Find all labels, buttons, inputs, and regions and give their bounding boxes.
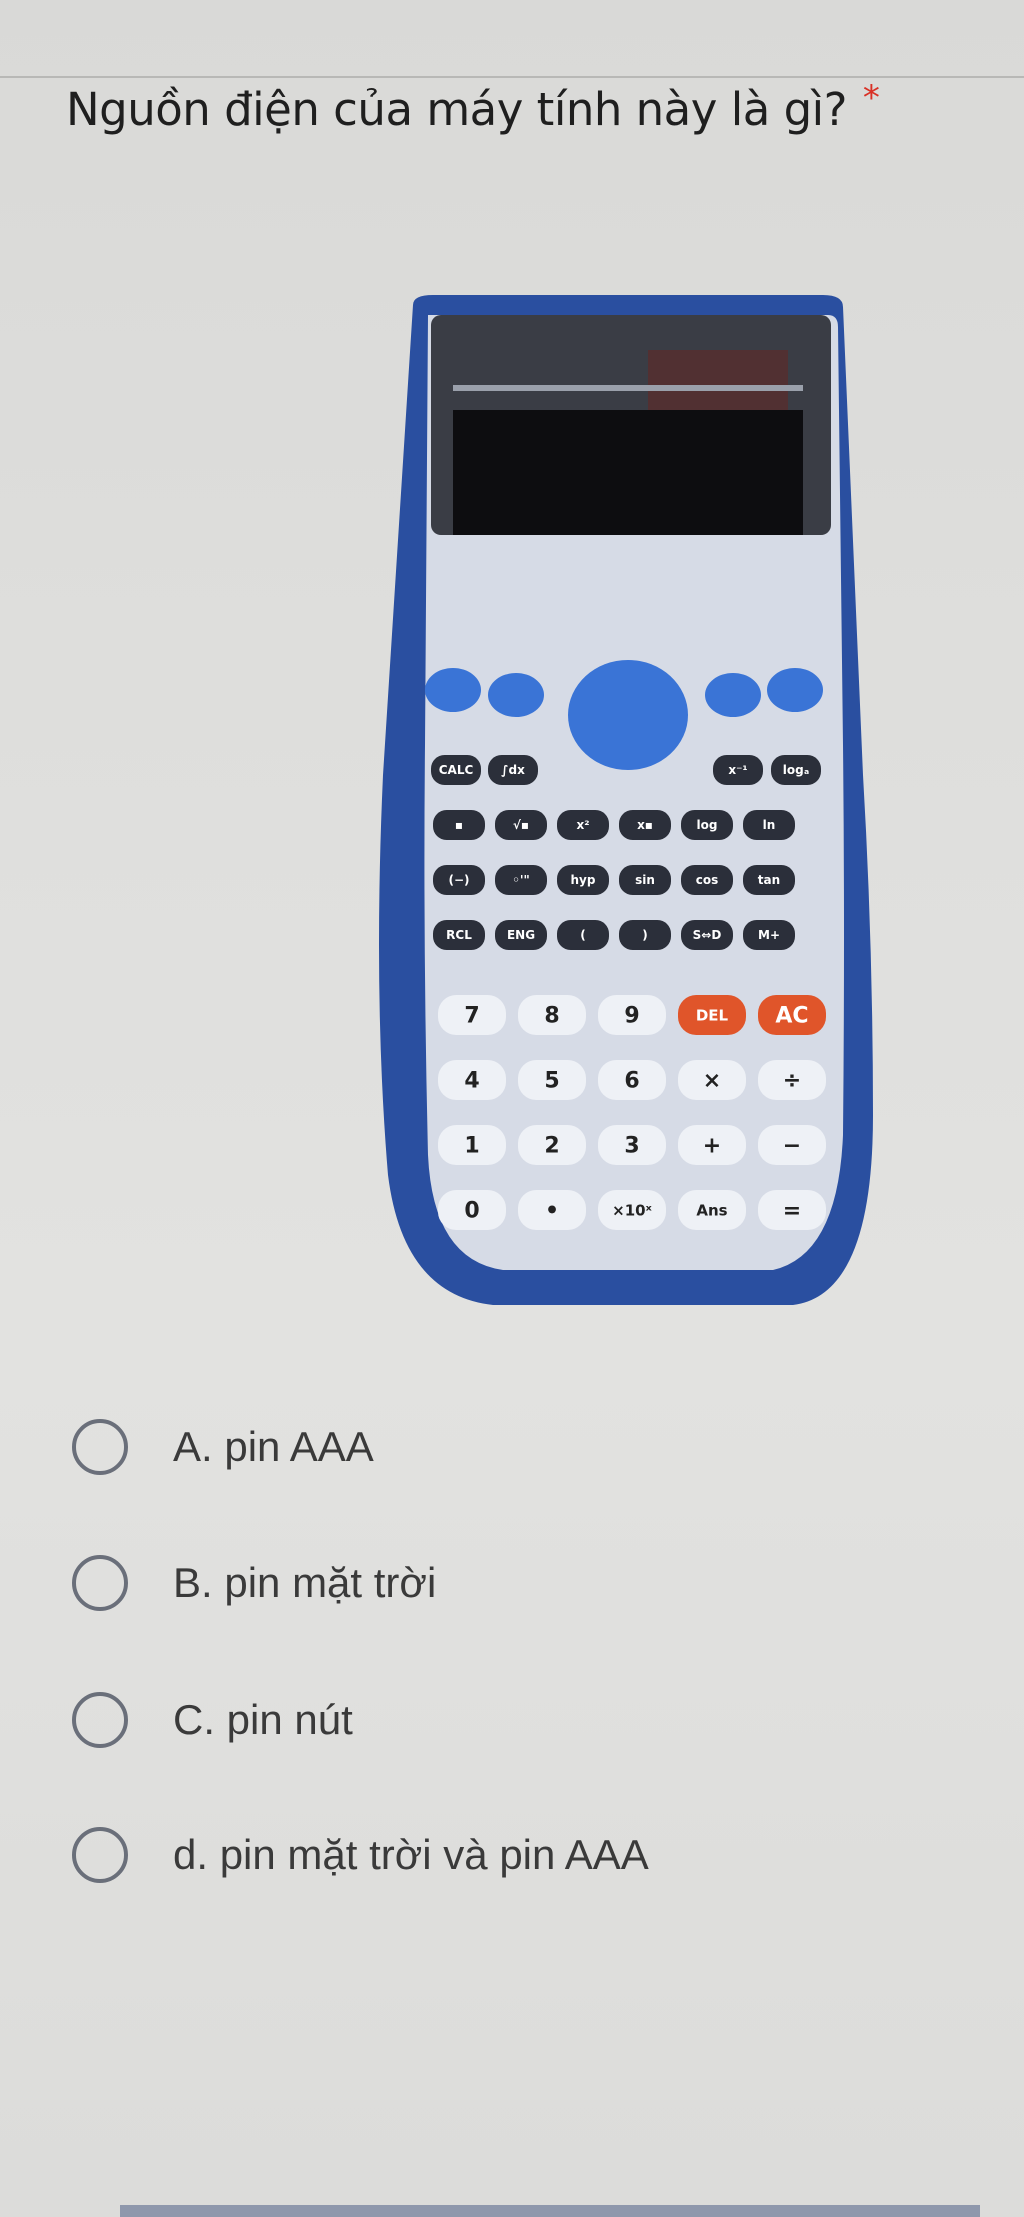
calc-key-label: x⁻¹ [728, 763, 747, 777]
calculator-image: CALC ∫dx x⁻¹ logₐ ▪ √▪ x² x▪ log ln (−) ◦'" hyp sin co… [373, 295, 883, 1315]
calc-key-label: 9 [624, 1004, 639, 1029]
radio-button[interactable] [72, 1692, 128, 1748]
calc-key-label: CALC [439, 763, 474, 777]
option-a[interactable]: A. pin AAA [72, 1402, 972, 1492]
calc-key-label: Ans [696, 1201, 727, 1219]
calc-key-label: 1 [464, 1134, 479, 1159]
calc-key-label: 2 [544, 1134, 559, 1159]
calc-key-label: ln [763, 818, 776, 832]
calc-key-label: 8 [544, 1004, 559, 1029]
calc-key-label: × [703, 1069, 721, 1094]
required-marker: * [862, 78, 880, 118]
calc-key-label: sin [635, 873, 655, 887]
calc-key-label: tan [758, 873, 780, 887]
calc-key-label: ▪ [455, 818, 463, 832]
calc-key-label: 6 [624, 1069, 639, 1094]
calc-key-label: (−) [448, 873, 469, 887]
calc-key-label: x² [577, 818, 590, 832]
calc-key-label: x▪ [637, 818, 653, 832]
calc-key-label: cos [696, 873, 719, 887]
calc-key-label: 0 [464, 1199, 479, 1224]
radio-button[interactable] [72, 1555, 128, 1611]
calc-key-label: ENG [507, 928, 535, 942]
option-b[interactable]: B. pin mặt trời [72, 1538, 972, 1628]
calc-key-label: 4 [464, 1069, 479, 1094]
option-label: A. pin AAA [173, 1423, 374, 1470]
calc-key-label: 7 [464, 1004, 479, 1029]
calc-key-label: ) [642, 928, 647, 942]
calc-key-label: 3 [624, 1134, 639, 1159]
calc-key-label: S⇔D [693, 928, 722, 942]
calc-key-label: DEL [696, 1006, 729, 1024]
question-text: Nguồn điện của máy tính này là gì? [66, 83, 848, 136]
calc-key-label: + [703, 1134, 721, 1159]
calc-key-label: ◦'" [512, 873, 530, 887]
calc-key-label: M+ [758, 928, 780, 942]
calc-key-label: ( [580, 928, 585, 942]
option-label: C. pin nút [173, 1696, 353, 1743]
option-label: B. pin mặt trời [173, 1559, 437, 1606]
radio-button[interactable] [72, 1827, 128, 1883]
bottom-bar [120, 2205, 980, 2217]
calc-key-label: hyp [571, 873, 596, 887]
calc-key-label: log [697, 818, 718, 832]
calc-key-label: • [545, 1199, 559, 1224]
calc-key-label: 5 [544, 1069, 559, 1094]
calc-key-label: √▪ [513, 818, 529, 832]
calc-key-label: = [783, 1199, 801, 1224]
question-title: Nguồn điện của máy tính này là gì? * [66, 78, 1006, 136]
option-c[interactable]: C. pin nút [72, 1675, 972, 1765]
calc-key-label: ÷ [783, 1069, 801, 1094]
calc-key-label: ∫dx [501, 763, 525, 777]
calc-key-label: AC [775, 1004, 808, 1029]
calc-key-label: logₐ [783, 763, 809, 777]
option-label: d. pin mặt trời và pin AAA [173, 1831, 649, 1878]
calc-key-label: − [783, 1134, 801, 1159]
option-d[interactable]: d. pin mặt trời và pin AAA [72, 1810, 972, 1900]
radio-button[interactable] [72, 1419, 128, 1475]
calc-key-label: RCL [446, 928, 472, 942]
calc-key-label: ×10ˣ [612, 1201, 652, 1219]
